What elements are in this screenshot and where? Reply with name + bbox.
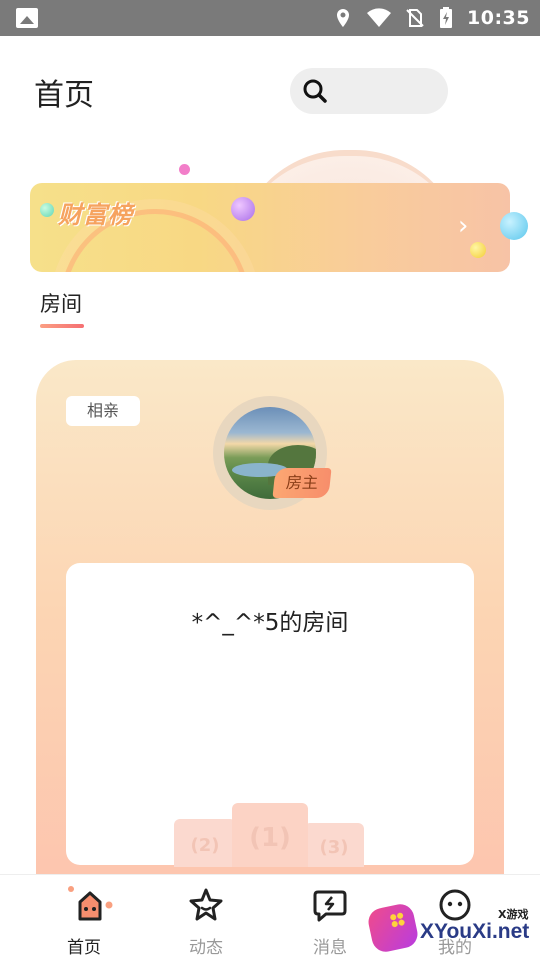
search-icon [303,79,327,103]
location-icon [337,9,350,27]
watermark: X游戏 XYouXi.net [365,900,540,960]
wifi-icon [367,8,392,27]
status-icons: 10:35 [333,0,530,36]
watermark-logo [365,901,421,955]
star-icon [189,888,223,921]
podium-second: (2) [174,819,236,867]
room-name: *^_^*5的房间 [191,610,349,636]
message-icon [313,890,347,922]
battery-charging-icon [440,7,453,28]
wealth-ranking-banner[interactable]: 财富榜 › [30,150,530,280]
gallery-icon [16,8,38,28]
nav-home-label: 首页 [67,938,101,958]
nav-home[interactable]: 首页 [24,875,144,960]
podium-decoration: (2) (3) (1) [174,802,366,867]
tab-indicator [40,324,84,328]
bubble-decoration [179,164,190,175]
page-title: 首页 [34,78,94,113]
watermark-text: XYouXi.net [420,920,530,943]
status-bar: 10:35 [0,0,540,36]
room-category-tag: 相亲 [66,396,140,426]
bubble-decoration [500,212,528,240]
banner-card: 财富榜 › [30,183,510,272]
bubble-decoration [231,197,255,221]
clock: 10:35 [467,7,530,29]
podium-first: (1) [232,803,308,867]
no-sim-icon [406,9,424,27]
banner-title: 财富榜 [58,201,133,229]
chevron-right-icon: › [458,211,469,241]
owner-badge: 房主 [272,468,332,498]
search-bar[interactable] [290,68,448,114]
tab-rooms[interactable]: 房间 [40,288,82,318]
podium-third: (3) [304,823,364,867]
nav-moments-label: 动态 [189,938,223,958]
bubble-decoration [40,203,54,217]
home-icon [68,886,113,921]
bubble-decoration [470,242,486,258]
room-card[interactable]: 相亲 房主 *^_^*5的房间 (2) (3) (1) [36,360,504,920]
nav-moments[interactable]: 动态 [146,875,266,960]
